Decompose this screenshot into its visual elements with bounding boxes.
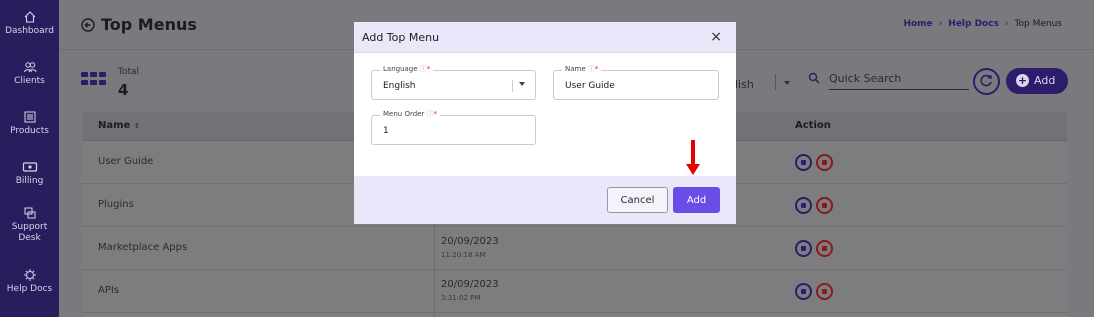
add-top-menu-dialog: Add Top Menu × Language ⓘ* English Name … bbox=[354, 22, 736, 224]
help-docs-icon bbox=[23, 269, 36, 281]
billing-icon bbox=[22, 162, 37, 172]
edit-button[interactable] bbox=[795, 283, 812, 300]
total-count: 4 bbox=[118, 81, 129, 99]
time-cell: 11:20:18 AM bbox=[441, 251, 486, 259]
select-divider bbox=[512, 80, 513, 92]
chevron-right-icon: › bbox=[1004, 19, 1009, 29]
delete-button[interactable] bbox=[816, 154, 833, 171]
trash-icon bbox=[822, 289, 827, 294]
add-top-menu-button[interactable]: + Add bbox=[1006, 68, 1068, 94]
dialog-footer: Cancel Add bbox=[354, 176, 736, 224]
sidebar-item-billing[interactable]: Billing bbox=[0, 160, 59, 187]
edit-button[interactable] bbox=[795, 197, 812, 214]
edit-icon bbox=[801, 160, 806, 165]
breadcrumb-help-docs[interactable]: Help Docs bbox=[948, 19, 999, 29]
language-filter-select[interactable]: lish bbox=[735, 68, 797, 96]
help-icon: ⓘ bbox=[587, 65, 595, 73]
sidebar-item-label: Clients bbox=[14, 76, 45, 86]
name-field-label: Name ⓘ* bbox=[562, 64, 602, 74]
plus-circle-icon: + bbox=[1016, 74, 1029, 87]
sidebar-item-clients[interactable]: Clients bbox=[0, 60, 59, 87]
time-cell: 3:31:02 PM bbox=[441, 294, 481, 302]
sidebar-item-label: Help Docs bbox=[6, 284, 53, 294]
dialog-title: Add Top Menu bbox=[362, 31, 440, 44]
search-icon bbox=[808, 72, 820, 84]
quick-search-input[interactable] bbox=[829, 68, 969, 90]
required-marker: * bbox=[433, 110, 438, 118]
sidebar-item-help-docs[interactable]: Help Docs bbox=[0, 268, 59, 295]
language-value: English bbox=[383, 81, 416, 91]
language-select[interactable]: Language ⓘ* English bbox=[371, 64, 536, 100]
delete-button[interactable] bbox=[816, 240, 833, 257]
table-row: Marketplace Apps 20/09/2023 11:20:18 AM bbox=[82, 227, 1067, 270]
delete-button[interactable] bbox=[816, 197, 833, 214]
home-icon bbox=[24, 11, 35, 23]
grid-icon bbox=[81, 72, 106, 85]
date-cell: 20/09/2023 bbox=[441, 279, 499, 290]
menu-name-cell: Plugins bbox=[98, 199, 134, 210]
menu-order-field[interactable]: Menu Order ⓘ* 1 bbox=[371, 109, 536, 145]
edit-icon bbox=[801, 246, 806, 251]
column-header-action: Action bbox=[795, 120, 831, 131]
sidebar-item-support-desk[interactable]: Support Desk bbox=[0, 206, 59, 244]
add-button[interactable]: Add bbox=[673, 187, 720, 213]
name-field[interactable]: Name ⓘ* User Guide bbox=[553, 64, 719, 100]
products-icon bbox=[24, 111, 35, 123]
required-marker: * bbox=[594, 65, 599, 73]
language-field-label: Language ⓘ* bbox=[380, 64, 434, 74]
annotation-arrow-icon bbox=[686, 140, 700, 175]
dialog-header: Add Top Menu × bbox=[354, 22, 736, 53]
sort-icon: ⇕ bbox=[133, 122, 140, 130]
page-title: Top Menus bbox=[101, 15, 197, 34]
column-header-name[interactable]: Name ⇕ bbox=[98, 120, 140, 131]
breadcrumb-home[interactable]: Home bbox=[903, 19, 932, 29]
trash-icon bbox=[822, 160, 827, 165]
cancel-button[interactable]: Cancel bbox=[607, 187, 668, 213]
menu-order-field-label: Menu Order ⓘ* bbox=[380, 109, 441, 119]
chevron-down-icon bbox=[784, 81, 790, 85]
sidebar-item-products[interactable]: Products bbox=[0, 110, 59, 137]
sidebar-item-dashboard[interactable]: Dashboard bbox=[0, 10, 59, 37]
menu-name-cell: User Guide bbox=[98, 156, 154, 167]
users-icon bbox=[23, 62, 36, 73]
sidebar-item-label: Support Desk bbox=[11, 222, 48, 243]
sidebar: Dashboard Clients Products Billing Suppo… bbox=[0, 0, 59, 317]
add-button-label: Add bbox=[1034, 74, 1056, 87]
close-icon[interactable]: × bbox=[710, 29, 722, 45]
edit-button[interactable] bbox=[795, 240, 812, 257]
select-divider bbox=[775, 74, 776, 90]
table-row: APIs 20/09/2023 3:31:02 PM bbox=[82, 270, 1067, 313]
sidebar-item-label: Products bbox=[10, 126, 49, 136]
delete-button[interactable] bbox=[816, 283, 833, 300]
breadcrumb: Home › Help Docs › Top Menus bbox=[903, 19, 1062, 29]
chevron-right-icon: › bbox=[938, 19, 943, 29]
help-icon: ⓘ bbox=[419, 65, 427, 73]
refresh-button[interactable] bbox=[973, 68, 1000, 95]
menu-name-cell: APIs bbox=[98, 285, 120, 296]
back-arrow-icon[interactable] bbox=[81, 18, 95, 32]
sidebar-item-label: Dashboard bbox=[5, 26, 54, 36]
trash-icon bbox=[822, 203, 827, 208]
support-icon bbox=[24, 207, 35, 219]
language-filter-value: lish bbox=[735, 78, 754, 91]
name-value: User Guide bbox=[565, 81, 615, 91]
edit-button[interactable] bbox=[795, 154, 812, 171]
trash-icon bbox=[822, 246, 827, 251]
required-marker: * bbox=[426, 65, 431, 73]
edit-icon bbox=[801, 203, 806, 208]
menu-name-cell: Marketplace Apps bbox=[98, 242, 188, 253]
sidebar-item-label: Billing bbox=[15, 176, 44, 186]
date-cell: 20/09/2023 bbox=[441, 236, 499, 247]
breadcrumb-current: Top Menus bbox=[1014, 19, 1062, 29]
total-label: Total bbox=[118, 67, 140, 77]
help-icon: ⓘ bbox=[426, 110, 434, 118]
chevron-down-icon bbox=[519, 82, 525, 86]
edit-icon bbox=[801, 289, 806, 294]
menu-order-value: 1 bbox=[383, 126, 389, 136]
refresh-icon bbox=[980, 74, 992, 87]
